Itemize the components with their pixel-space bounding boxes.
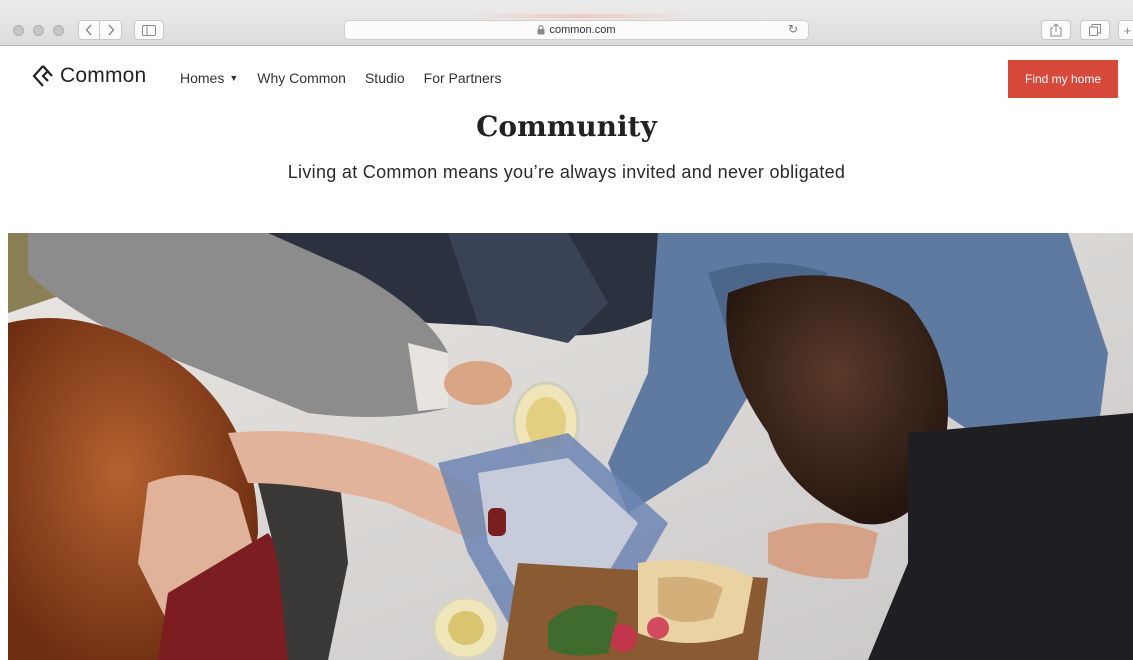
share-button[interactable] — [1041, 20, 1071, 40]
nav-item-studio[interactable]: Studio — [365, 70, 405, 86]
chevron-right-icon — [107, 24, 114, 36]
new-tab-button[interactable]: + — [1118, 20, 1133, 40]
site-logo[interactable]: Common — [32, 64, 146, 88]
find-my-home-button[interactable]: Find my home — [1008, 60, 1118, 98]
sidebar-icon — [142, 24, 156, 36]
common-logo-icon — [32, 65, 53, 87]
close-window-button[interactable] — [13, 25, 24, 36]
reload-icon[interactable]: ↻ — [788, 22, 798, 36]
zoom-window-button[interactable] — [53, 25, 64, 36]
nav-item-label: Studio — [364, 70, 405, 86]
hero-photo — [8, 233, 1133, 660]
forward-button[interactable] — [100, 20, 122, 40]
nav-item-homes[interactable]: Homes ▼ — [180, 70, 238, 86]
logo-text: Common — [60, 64, 147, 87]
chevron-left-icon — [85, 24, 92, 36]
main-nav: Homes ▼ Why Common Studio For Partners — [180, 70, 520, 86]
nav-item-for-partners[interactable]: For Partners — [424, 70, 502, 86]
address-bar[interactable]: common.com ↻ — [344, 20, 809, 40]
nav-item-label: Homes — [180, 70, 225, 86]
nav-item-label: For Partners — [423, 70, 502, 86]
lock-icon — [537, 25, 545, 35]
back-button[interactable] — [78, 20, 100, 40]
nav-item-why-common[interactable]: Why Common — [257, 70, 346, 86]
page-subtitle: Living at Common means you’re always inv… — [287, 162, 846, 182]
url-text: common.com — [549, 24, 616, 36]
caret-down-icon: ▼ — [229, 73, 239, 83]
show-tabs-button[interactable] — [1080, 20, 1110, 40]
page-title: Community — [476, 110, 657, 143]
nav-item-label: Why Common — [257, 70, 346, 86]
picnic-photo-illustration — [8, 233, 1133, 660]
page-load-indicator — [470, 14, 690, 18]
minimize-window-button[interactable] — [33, 25, 44, 36]
browser-toolbar: common.com ↻ + — [0, 0, 1133, 46]
share-icon — [1050, 23, 1062, 37]
sidebar-toggle-button[interactable] — [134, 20, 164, 40]
tabs-icon — [1089, 24, 1101, 36]
plus-icon: + — [1123, 22, 1132, 38]
